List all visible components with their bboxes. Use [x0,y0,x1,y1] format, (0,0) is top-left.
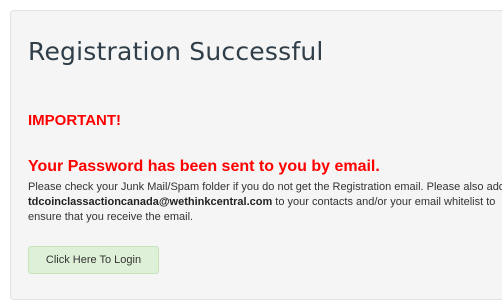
page-title: Registration Successful [28,37,324,66]
contact-email: tdcoinclassactioncanada@wethinkcentral.c… [28,196,273,208]
instructions-text: Please check your Junk Mail/Spam folder … [28,180,502,225]
login-button[interactable]: Click Here To Login [28,246,159,274]
password-sent-message: Your Password has been sent to you by em… [28,158,380,175]
instructions-text-start: Please check your Junk Mail/Spam folder … [28,181,502,193]
registration-panel: Registration Successful IMPORTANT! Your … [10,10,502,300]
important-heading: IMPORTANT! [28,112,122,129]
